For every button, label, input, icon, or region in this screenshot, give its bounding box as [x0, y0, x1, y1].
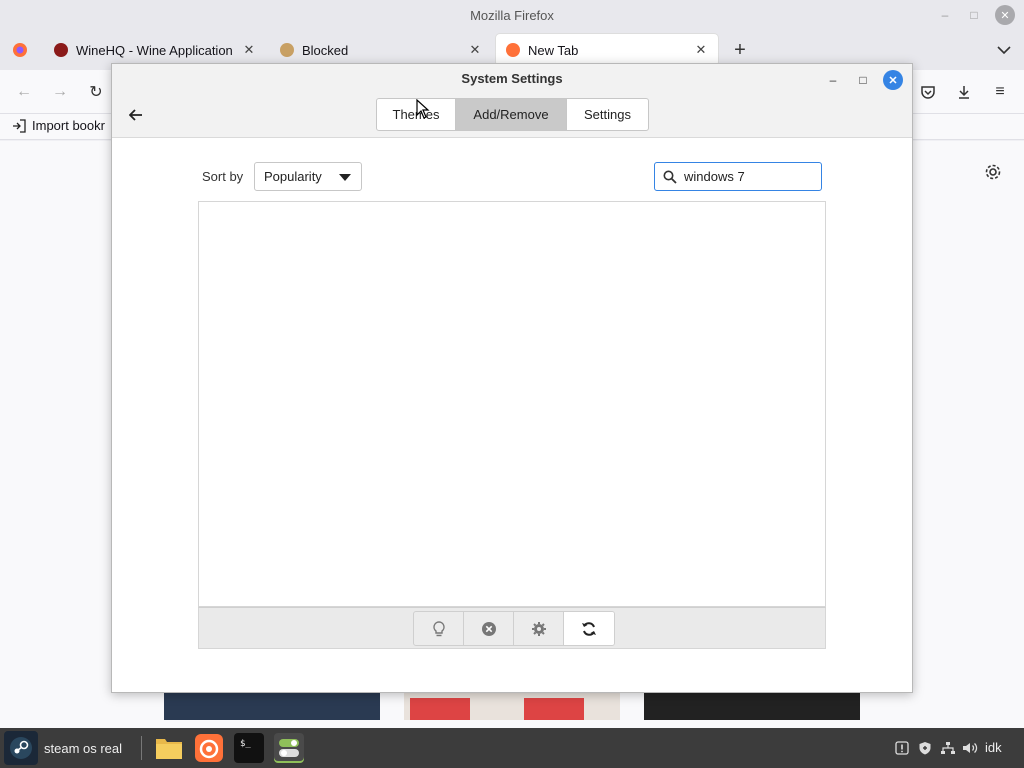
search-input[interactable] [684, 169, 814, 184]
lightbulb-icon [432, 620, 445, 636]
dialog-title: System Settings [461, 71, 563, 86]
search-field[interactable] [654, 162, 822, 191]
steam-logo-icon [4, 731, 38, 765]
firefox-icon [195, 734, 223, 762]
close-icon[interactable]: ✕ [995, 5, 1015, 25]
tab-label: New Tab [528, 42, 579, 58]
minimize-icon[interactable]: – [935, 5, 955, 25]
minimize-icon[interactable]: – [823, 70, 843, 90]
import-bookmarks-label: Import bookr [32, 118, 105, 133]
firefox-view-icon[interactable] [6, 36, 34, 64]
tab-label: WineHQ - Wine Application [76, 42, 233, 58]
shortcut-thumbnail[interactable] [404, 690, 620, 720]
maximize-icon[interactable]: □ [964, 5, 984, 25]
page-settings-gear-icon[interactable] [979, 158, 1007, 186]
tab-winehq[interactable]: WineHQ - Wine Application ✕ [44, 34, 266, 66]
menu-hamburger-icon[interactable]: ≡ [986, 78, 1014, 106]
firefox-launcher[interactable] [194, 733, 224, 763]
forward-arrow-icon[interactable]: → [46, 78, 74, 106]
close-circle-icon [481, 621, 496, 636]
system-settings-icon [279, 739, 299, 757]
terminal-icon: $_ [240, 739, 251, 749]
sort-by-label: Sort by [202, 169, 244, 184]
tray-user-label[interactable]: idk [985, 740, 1002, 755]
new-tab-plus-icon[interactable]: + [726, 36, 754, 64]
back-arrow-icon[interactable]: ← [10, 78, 38, 106]
blocked-favicon-icon [280, 43, 294, 57]
terminal-launcher[interactable]: $_ [234, 733, 264, 763]
sort-by-dropdown[interactable]: Popularity [254, 162, 362, 191]
tab-label: Blocked [302, 42, 349, 58]
files-launcher[interactable] [154, 733, 184, 763]
dialog-header: System Settings – □ ✕ Themes Add/Remove … [112, 64, 912, 138]
start-menu-button[interactable]: steam os real [4, 731, 122, 765]
back-button[interactable] [124, 104, 148, 126]
firefox-window-title: Mozilla Firefox [470, 7, 554, 23]
list-toolbar [198, 607, 826, 649]
files-icon [156, 739, 182, 759]
search-icon [663, 170, 677, 184]
taskbar-separator [141, 736, 142, 760]
shortcut-thumbnail[interactable] [644, 690, 860, 720]
wine-favicon-icon [54, 43, 68, 57]
system-settings-dialog: System Settings – □ ✕ Themes Add/Remove … [111, 63, 913, 693]
tab-blocked[interactable]: Blocked ✕ [270, 34, 492, 66]
import-bookmarks-button[interactable]: Import bookr [12, 118, 105, 133]
pocket-icon[interactable] [914, 78, 942, 106]
volume-icon[interactable] [960, 738, 980, 758]
dropdown-caret-icon [339, 174, 351, 181]
firefox-titlebar: Mozilla Firefox – □ ✕ [0, 0, 1024, 30]
list-actions [413, 611, 615, 646]
uninstall-button[interactable] [464, 612, 514, 645]
configure-button[interactable] [514, 612, 564, 645]
back-arrow-icon [129, 109, 142, 121]
network-icon[interactable] [938, 738, 958, 758]
spices-list[interactable] [198, 201, 826, 607]
mouse-cursor-icon [416, 99, 430, 119]
system-settings-launcher[interactable] [274, 733, 304, 763]
sort-value: Popularity [264, 169, 322, 184]
more-info-button[interactable] [414, 612, 464, 645]
firefox-favicon-icon [506, 43, 520, 57]
tab-close-icon[interactable]: ✕ [694, 42, 708, 58]
downloads-icon[interactable] [950, 78, 978, 106]
list-tabs-chevron-icon[interactable] [990, 36, 1018, 64]
taskbar: steam os real $_ idk [0, 728, 1024, 768]
shortcut-thumbnail[interactable] [164, 690, 380, 720]
tab-settings[interactable]: Settings [567, 99, 648, 130]
reload-icon[interactable]: ↻ [82, 78, 110, 106]
tab-close-icon[interactable]: ✕ [468, 42, 482, 58]
update-manager-shield-icon[interactable] [915, 738, 935, 758]
close-icon[interactable]: ✕ [883, 70, 903, 90]
refresh-icon [582, 621, 596, 636]
refresh-cache-button[interactable] [564, 612, 614, 645]
import-icon [13, 118, 26, 133]
menu-label: steam os real [44, 740, 123, 756]
tab-add-remove[interactable]: Add/Remove [456, 99, 567, 130]
notification-alert-icon[interactable] [892, 738, 912, 758]
tab-close-icon[interactable]: ✕ [242, 42, 256, 58]
tab-new-tab[interactable]: New Tab ✕ [496, 34, 718, 66]
svg-text:$_: $_ [240, 739, 251, 749]
gear-icon [531, 621, 546, 636]
maximize-icon[interactable]: □ [853, 70, 873, 90]
